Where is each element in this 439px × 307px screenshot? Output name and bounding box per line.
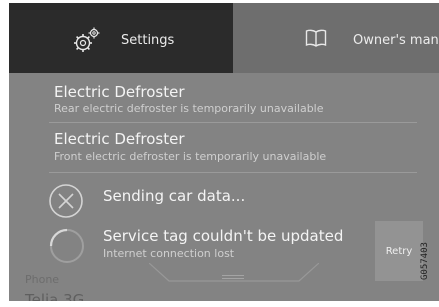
status-sending: Sending car data... (9, 173, 417, 221)
book-icon (305, 29, 327, 47)
image-code: G057403 (420, 242, 430, 280)
tab-owners-manual-label: Owner's manual (353, 33, 439, 48)
spinner-icon (49, 228, 84, 263)
tab-settings-label: Settings (121, 33, 175, 48)
top-tab-bar: Settings Owner's manual (9, 3, 439, 73)
phone-label: Phone (25, 273, 60, 286)
drag-handle-line (222, 278, 244, 279)
sending-status-text: Sending car data... (103, 187, 246, 205)
notification-title: Electric Defroster (54, 130, 185, 148)
notification-front-defroster[interactable]: Electric Defroster Front electric defros… (9, 123, 417, 171)
drag-handle[interactable] (222, 275, 244, 276)
retry-button[interactable]: Retry (375, 221, 423, 281)
notification-panel: Electric Defroster Rear electric defrost… (9, 73, 439, 301)
infotainment-screen: Settings Owner's manual Electric Defrost… (9, 3, 439, 301)
service-tag-error-subtitle: Internet connection lost (103, 247, 235, 260)
tab-settings[interactable]: Settings (9, 3, 233, 73)
panel-pull-tab[interactable] (149, 263, 319, 301)
carrier-label: Telia 3G (25, 291, 85, 301)
notification-title: Electric Defroster (54, 83, 185, 101)
notification-subtitle: Front electric defroster is temporarily … (54, 150, 327, 163)
service-tag-error-title: Service tag couldn't be updated (103, 227, 344, 245)
notification-rear-defroster[interactable]: Electric Defroster Rear electric defrost… (9, 73, 417, 121)
close-circle-icon[interactable] (48, 183, 84, 219)
notification-subtitle: Rear electric defroster is temporarily u… (54, 102, 324, 115)
gear-icon (74, 27, 100, 52)
tab-owners-manual[interactable]: Owner's manual (233, 3, 439, 73)
